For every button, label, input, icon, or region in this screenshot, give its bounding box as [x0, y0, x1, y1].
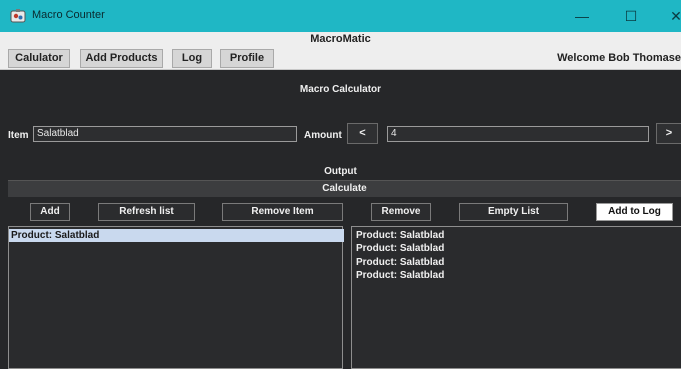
- list-item[interactable]: Product: Salatblad: [9, 229, 344, 242]
- decrement-button[interactable]: <: [347, 123, 378, 144]
- increment-button[interactable]: >: [656, 123, 681, 144]
- empty-list-button[interactable]: Empty List: [459, 203, 568, 221]
- list-item[interactable]: Product: Salatblad: [354, 256, 444, 269]
- list-item[interactable]: Product: Salatblad: [354, 269, 444, 282]
- window-title: Macro Counter: [32, 9, 105, 21]
- remove-item-button[interactable]: Remove Item: [222, 203, 343, 221]
- maximize-button[interactable]: ☐: [611, 0, 651, 32]
- amount-input[interactable]: 4: [387, 126, 649, 142]
- close-button[interactable]: ✕: [656, 0, 681, 32]
- tab-add-products[interactable]: Add Products: [80, 49, 163, 68]
- item-label: Item: [8, 130, 29, 141]
- remove-button[interactable]: Remove: [371, 203, 431, 221]
- tab-calculator[interactable]: Calulator: [8, 49, 70, 68]
- app-icon: [10, 9, 26, 23]
- welcome-text: Welcome Bob Thomase: [557, 52, 681, 64]
- refresh-list-button[interactable]: Refresh list: [98, 203, 195, 221]
- panel-title: Macro Calculator: [299, 84, 382, 95]
- minimize-button[interactable]: —: [562, 0, 602, 32]
- amount-label: Amount: [304, 130, 342, 141]
- output-label: Output: [324, 166, 357, 177]
- add-to-log-button[interactable]: Add to Log: [596, 203, 673, 221]
- app-name: MacroMatic: [310, 33, 371, 45]
- list-item[interactable]: Product: Salatblad: [354, 229, 444, 242]
- products-list[interactable]: [8, 226, 343, 369]
- add-button[interactable]: Add: [30, 203, 70, 221]
- list-item[interactable]: Product: Salatblad: [354, 242, 444, 255]
- tab-log[interactable]: Log: [172, 49, 212, 68]
- calculate-button[interactable]: Calculate: [8, 180, 681, 197]
- item-input[interactable]: Salatblad: [33, 126, 297, 142]
- tab-profile[interactable]: Profile: [220, 49, 274, 68]
